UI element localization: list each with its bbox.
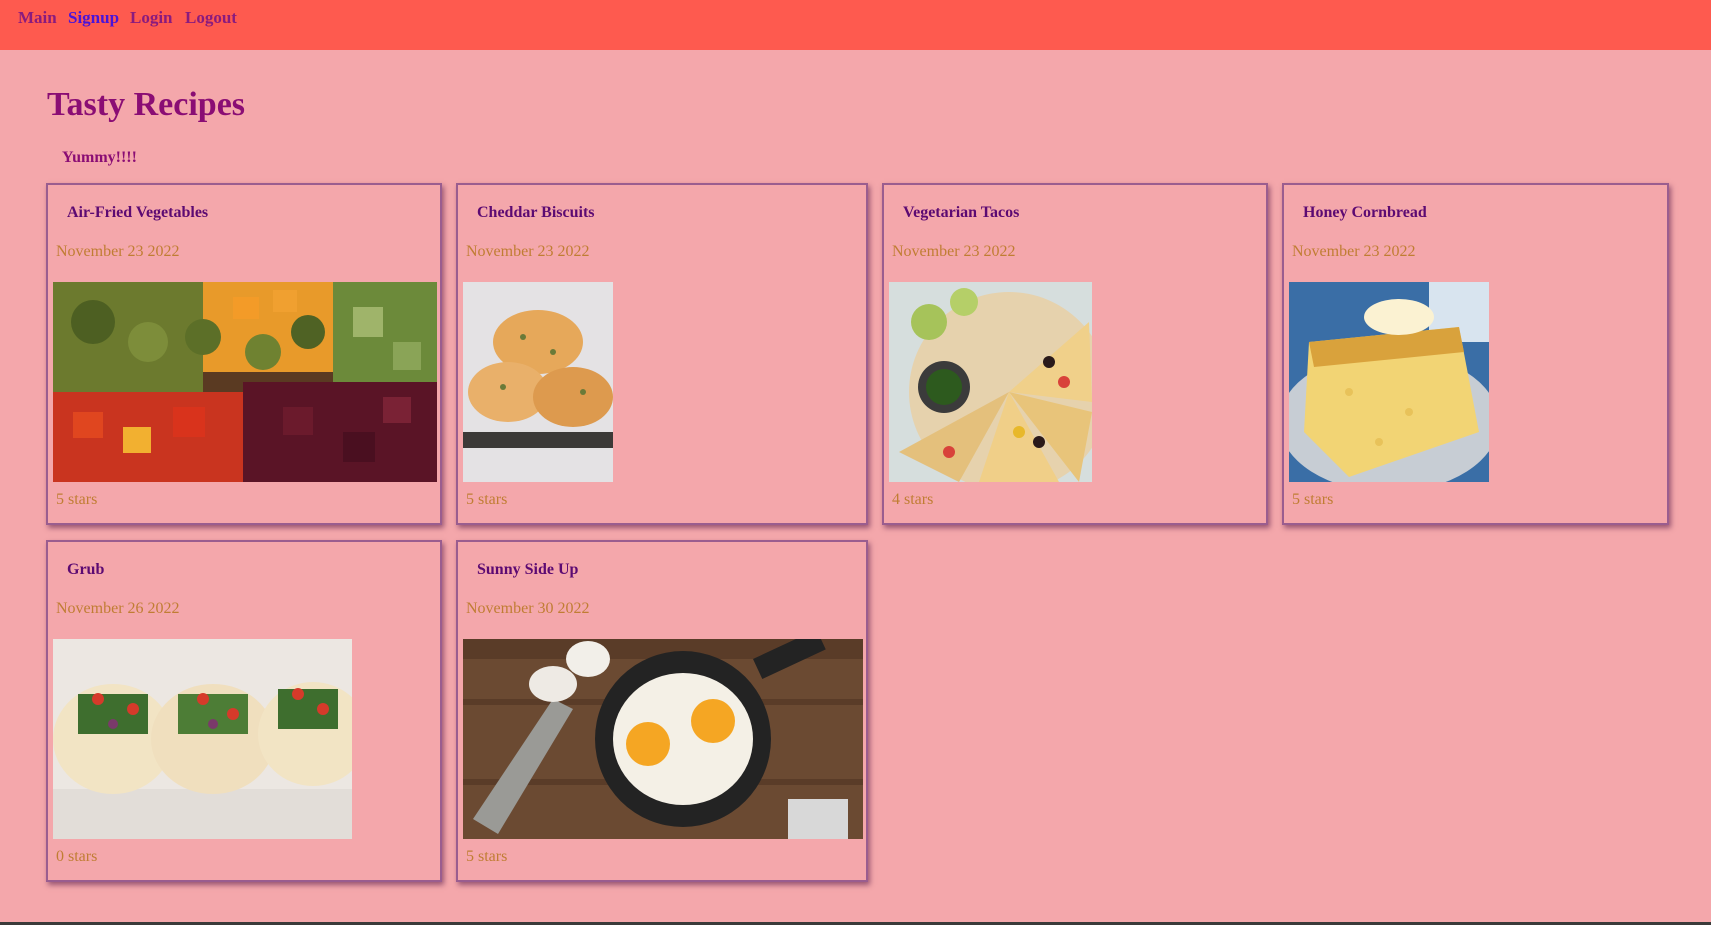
nav-link-main[interactable]: Main (18, 8, 57, 28)
recipe-card[interactable]: Grub November 26 2022 0 stars (46, 540, 442, 882)
recipe-title[interactable]: Grub (67, 561, 104, 579)
recipe-title[interactable]: Honey Cornbread (1303, 204, 1427, 222)
recipe-title[interactable]: Vegetarian Tacos (903, 204, 1019, 222)
recipe-rating: 5 stars (1292, 491, 1334, 508)
recipe-date: November 23 2022 (892, 243, 1016, 260)
recipe-date: November 23 2022 (56, 243, 180, 260)
recipe-photo (463, 639, 863, 839)
recipe-card[interactable]: Air-Fried Vegetables November 23 2022 5 … (46, 183, 442, 525)
recipe-photo (889, 282, 1092, 482)
nav-link-login[interactable]: Login (130, 8, 173, 28)
recipe-date: November 23 2022 (1292, 243, 1416, 260)
recipe-card[interactable]: Cheddar Biscuits November 23 2022 5 star… (456, 183, 868, 525)
recipe-card[interactable]: Vegetarian Tacos November 23 2022 4 star… (882, 183, 1268, 525)
navbar: Main Signup Login Logout (0, 0, 1711, 50)
recipe-card[interactable]: Sunny Side Up November 30 2022 5 stars (456, 540, 868, 882)
page-title: Tasty Recipes (47, 86, 246, 123)
recipe-date: November 23 2022 (466, 243, 590, 260)
recipe-date: November 26 2022 (56, 600, 180, 617)
recipe-date: November 30 2022 (466, 600, 590, 617)
recipe-rating: 4 stars (892, 491, 934, 508)
recipe-title[interactable]: Air-Fried Vegetables (67, 204, 208, 222)
recipe-photo (1289, 282, 1489, 482)
page-tagline: Yummy!!!! (62, 149, 137, 166)
recipe-card[interactable]: Honey Cornbread November 23 2022 5 stars (1282, 183, 1669, 525)
recipe-photo (463, 282, 613, 482)
recipe-rating: 5 stars (466, 848, 508, 865)
recipe-rating: 0 stars (56, 848, 98, 865)
recipe-photo (53, 282, 437, 482)
recipe-title[interactable]: Sunny Side Up (477, 561, 578, 579)
recipe-rating: 5 stars (466, 491, 508, 508)
nav-link-signup[interactable]: Signup (68, 8, 119, 28)
nav-link-logout[interactable]: Logout (185, 8, 237, 28)
recipe-rating: 5 stars (56, 491, 98, 508)
recipe-title[interactable]: Cheddar Biscuits (477, 204, 595, 222)
recipe-photo (53, 639, 352, 839)
